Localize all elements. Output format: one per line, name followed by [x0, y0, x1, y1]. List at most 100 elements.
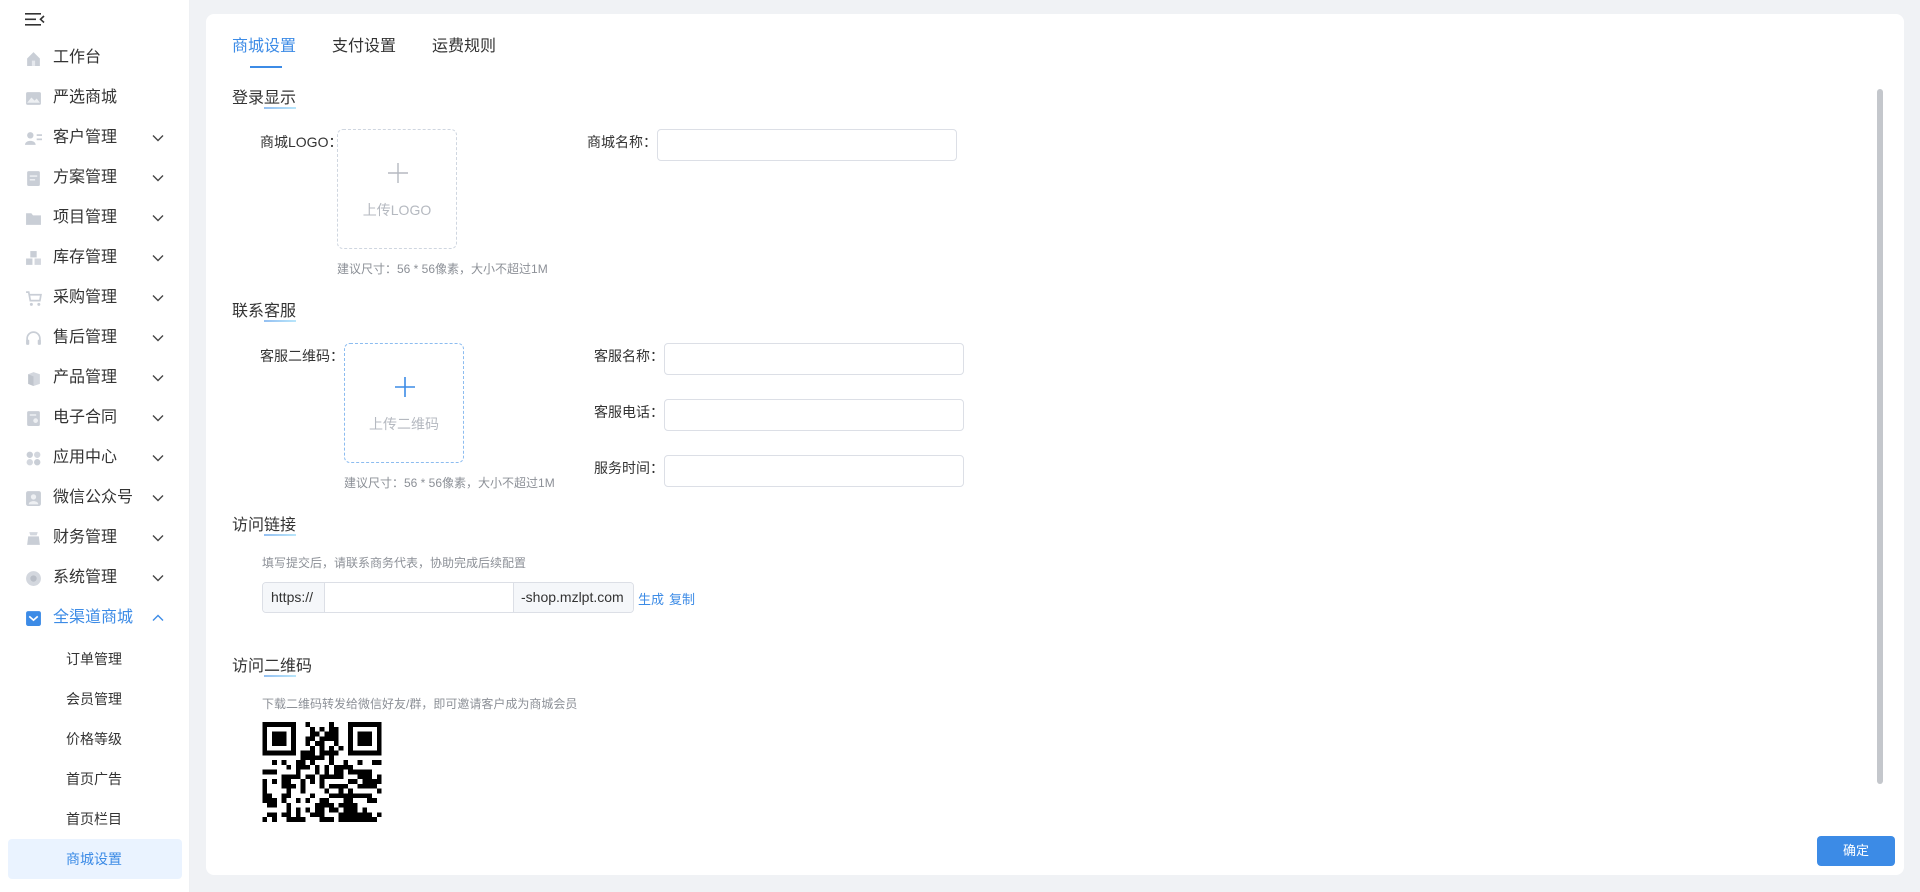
service-qr-upload-box[interactable]: 上传二维码	[344, 343, 464, 463]
sidebar-subitem-members[interactable]: 会员管理	[8, 679, 182, 719]
sidebar-item-purchasing[interactable]: 采购管理	[0, 278, 190, 318]
qr-size-hint: 建议尺寸：56 * 56像素，大小不超过1M	[344, 476, 555, 490]
service-phone-input[interactable]	[664, 399, 964, 431]
folder-icon	[26, 213, 41, 225]
sidebar-item-products[interactable]: 产品管理	[0, 358, 190, 398]
sidebar-item-label: 系统管理	[53, 569, 118, 586]
sidebar-item-system[interactable]: 系统管理	[0, 558, 190, 598]
service-qr-label: 客服二维码：	[260, 348, 344, 364]
sidebar-item-projects[interactable]: 项目管理	[0, 198, 190, 238]
mall-name-input[interactable]	[657, 129, 957, 161]
url-prefix: https://	[263, 583, 325, 612]
sidebar-subitem-mall-settings[interactable]: 商城设置	[8, 839, 182, 879]
service-name-label: 客服名称：	[594, 348, 664, 364]
service-phone-label: 客服电话：	[594, 404, 664, 420]
sidebar-subitem-label: 会员管理	[66, 691, 122, 707]
sidebar-subitem-price-levels[interactable]: 价格等级	[8, 719, 182, 759]
section-title-login-display: 登录显示	[232, 88, 296, 110]
logo-upload-box[interactable]: 上传LOGO	[337, 129, 457, 249]
subdomain-input[interactable]	[325, 583, 513, 612]
sidebar-item-selected-mall[interactable]: 严选商城	[0, 78, 190, 118]
sidebar-item-workbench[interactable]: 工作台	[0, 38, 190, 78]
mall-name-label: 商城名称：	[587, 134, 657, 150]
title-underline	[264, 534, 296, 536]
sidebar-item-label: 微信公众号	[53, 489, 134, 506]
tab-shipping-rules[interactable]: 运费规则	[432, 36, 496, 58]
sidebar-item-app-center[interactable]: 应用中心	[0, 438, 190, 478]
access-qr-hint: 下载二维码转发给微信好友/群，即可邀请客户成为商城会员	[262, 697, 578, 711]
chevron-down-icon	[152, 415, 164, 422]
sidebar-item-label: 项目管理	[53, 209, 118, 226]
section-title-access-qr: 访问二维码	[232, 656, 312, 678]
sidebar: 工作台 严选商城 客户管理 方案管理 项目管理 库存管理 采购管理 售后管理 产…	[0, 0, 190, 892]
active-tab-indicator	[250, 66, 282, 68]
service-hours-label: 服务时间：	[594, 460, 664, 476]
settings-icon	[26, 571, 41, 586]
chevron-down-icon	[152, 335, 164, 342]
qr-code-image	[262, 722, 382, 822]
plus-icon	[388, 163, 408, 183]
sidebar-subitem-label: 订单管理	[66, 651, 122, 667]
document-icon	[27, 171, 40, 186]
copy-link[interactable]: 复制	[669, 589, 695, 608]
section-title-access-link: 访问链接	[232, 515, 296, 537]
settings-panel: 商城设置 支付设置 运费规则 登录显示 商城LOGO： 上传LOGO 建议尺寸：…	[206, 14, 1904, 875]
boxes-icon	[26, 251, 41, 265]
sidebar-item-label: 客户管理	[53, 129, 118, 146]
title-underline	[264, 320, 296, 322]
sidebar-item-label: 库存管理	[53, 249, 118, 266]
sidebar-subitem-orders[interactable]: 订单管理	[8, 639, 182, 679]
url-suffix: -shop.mzlpt.com	[513, 583, 633, 612]
scrollbar-thumb[interactable]	[1877, 89, 1883, 784]
sidebar-item-plans[interactable]: 方案管理	[0, 158, 190, 198]
access-link-hint: 填写提交后，请联系商务代表，协助完成后续配置	[262, 556, 527, 570]
user-card-icon	[25, 132, 42, 145]
upload-logo-text: 上传LOGO	[362, 202, 432, 218]
sidebar-item-label: 财务管理	[53, 529, 118, 546]
sidebar-subitem-home-columns[interactable]: 首页栏目	[8, 799, 182, 839]
sidebar-item-label: 工作台	[53, 49, 102, 66]
sidebar-item-wechat[interactable]: 微信公众号	[0, 478, 190, 518]
chevron-down-icon	[152, 375, 164, 382]
wechat-user-icon	[26, 491, 41, 506]
upload-qr-text: 上传二维码	[369, 416, 439, 432]
sidebar-item-customers[interactable]: 客户管理	[0, 118, 190, 158]
confirm-button[interactable]: 确定	[1817, 836, 1895, 866]
generate-link[interactable]: 生成	[638, 589, 664, 608]
plus-icon	[395, 377, 415, 397]
sidebar-item-label: 电子合同	[53, 409, 118, 426]
service-name-input[interactable]	[664, 343, 964, 375]
title-underline	[264, 107, 296, 109]
chevron-down-icon	[152, 495, 164, 502]
sidebar-item-finance[interactable]: 财务管理	[0, 518, 190, 558]
sidebar-item-label: 产品管理	[53, 369, 118, 386]
image-icon	[26, 92, 41, 105]
store-icon	[26, 611, 41, 626]
sidebar-item-label: 应用中心	[53, 449, 118, 466]
chevron-down-icon	[152, 455, 164, 462]
sidebar-subitem-label: 商城设置	[66, 851, 122, 867]
section-title-text: 联系客服	[232, 303, 297, 320]
sidebar-subitem-label: 价格等级	[66, 731, 122, 747]
cart-icon	[26, 291, 42, 306]
sidebar-subitem-label: 首页栏目	[66, 811, 122, 827]
tab-mall-settings[interactable]: 商城设置	[232, 36, 296, 58]
sidebar-item-e-contract[interactable]: 电子合同	[0, 398, 190, 438]
wallet-icon	[27, 532, 40, 545]
sidebar-item-label: 采购管理	[53, 289, 118, 306]
menu-collapse-icon[interactable]	[24, 10, 46, 28]
service-hours-input[interactable]	[664, 455, 964, 487]
sidebar-item-after-sales[interactable]: 售后管理	[0, 318, 190, 358]
home-icon	[27, 52, 40, 66]
tab-payment-settings[interactable]: 支付设置	[332, 36, 396, 58]
title-underline	[264, 675, 296, 677]
sidebar-item-omnichannel-mall[interactable]: 全渠道商城	[0, 598, 190, 638]
sidebar-subitem-home-ads[interactable]: 首页广告	[8, 759, 182, 799]
chevron-down-icon	[152, 175, 164, 182]
sidebar-item-inventory[interactable]: 库存管理	[0, 238, 190, 278]
chevron-down-icon	[152, 255, 164, 262]
sidebar-item-label: 全渠道商城	[53, 609, 134, 626]
sidebar-item-label: 严选商城	[53, 89, 118, 106]
contract-icon	[27, 411, 40, 426]
apps-icon	[26, 451, 41, 466]
